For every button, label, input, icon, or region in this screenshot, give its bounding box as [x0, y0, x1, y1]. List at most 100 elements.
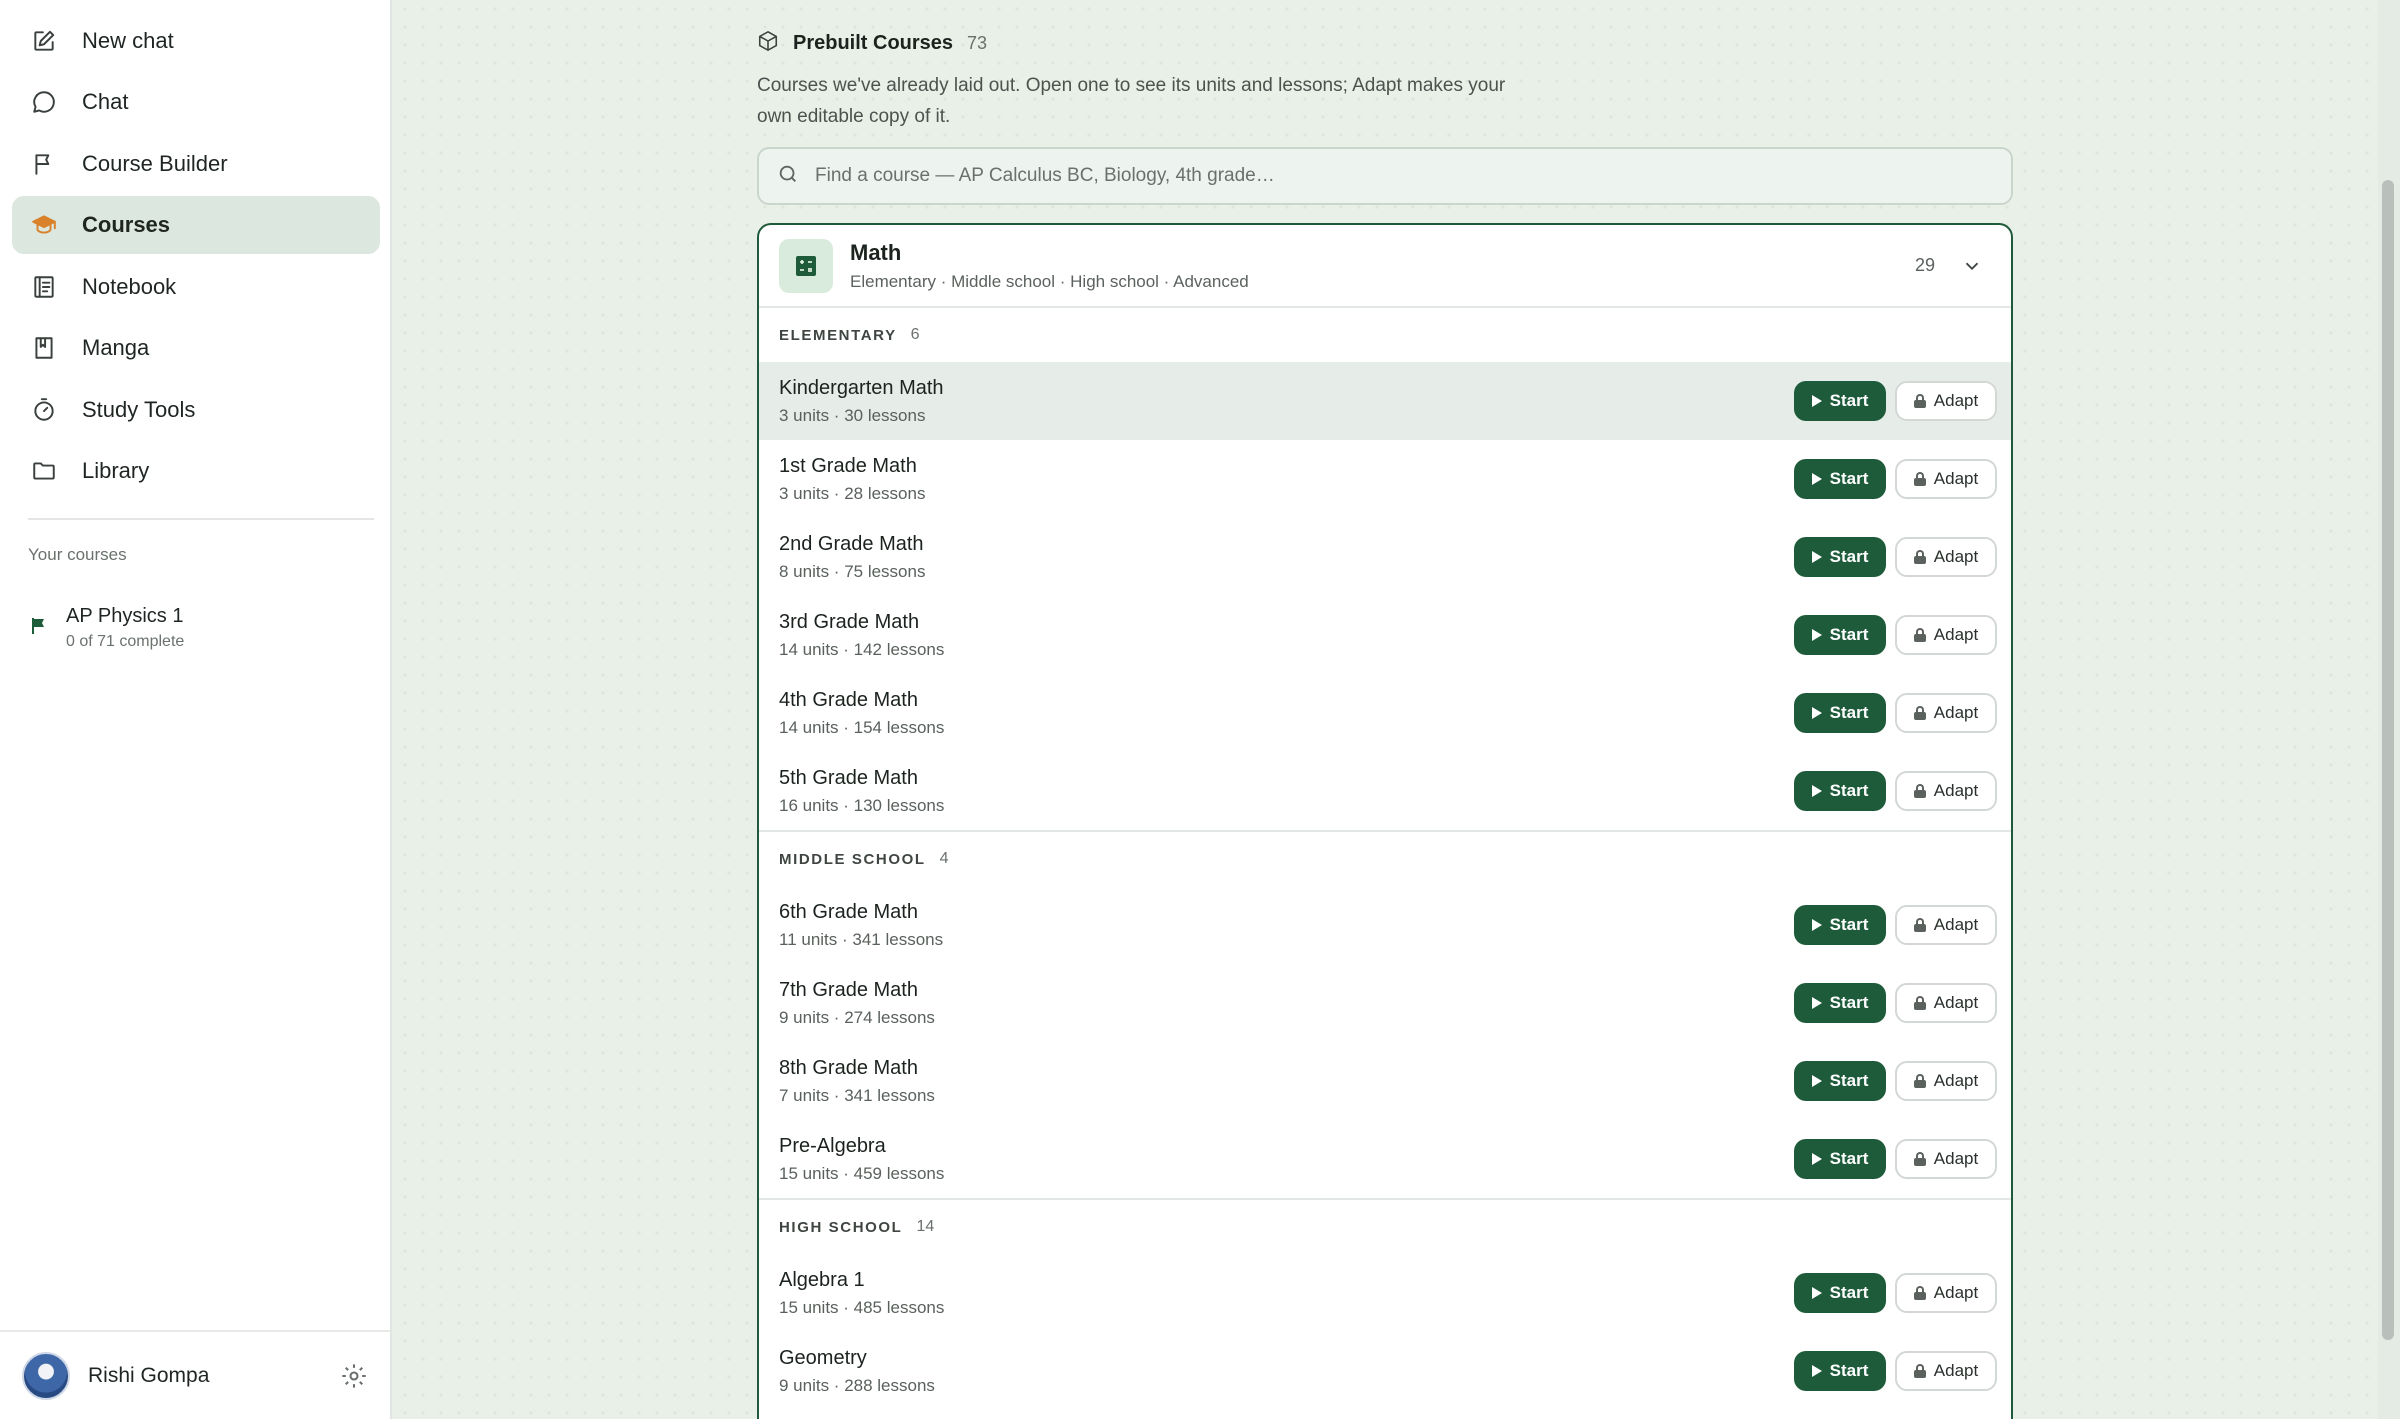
- course-title: Pre-Algebra: [779, 1134, 886, 1157]
- adapt-button[interactable]: Adapt: [1895, 1351, 1997, 1391]
- start-label: Start: [1829, 469, 1869, 488]
- avatar[interactable]: [22, 1351, 70, 1400]
- course-row[interactable]: 8th Grade Math 7 units · 341 lessons Start…: [759, 1042, 2011, 1120]
- nav-manga[interactable]: Manga: [12, 319, 380, 377]
- package-icon: [757, 30, 779, 57]
- course-meta: 15 units · 485 lessons: [779, 1297, 945, 1317]
- lock-icon: [1913, 1364, 1926, 1378]
- nav-chat[interactable]: Chat: [12, 73, 380, 131]
- nav-library[interactable]: Library: [12, 442, 380, 500]
- gear-icon[interactable]: [340, 1362, 368, 1390]
- course-title: Kindergarten Math: [779, 376, 944, 399]
- course-row[interactable]: 3rd Grade Math 14 units · 142 lessons Star…: [759, 596, 2011, 674]
- course-meta: 3 units · 28 lessons: [779, 483, 926, 503]
- start-label: Start: [1829, 625, 1869, 644]
- play-icon: [1811, 629, 1822, 641]
- start-button[interactable]: Start: [1794, 1351, 1886, 1391]
- adapt-label: Adapt: [1933, 625, 1979, 644]
- start-button[interactable]: Start: [1794, 983, 1886, 1023]
- nav-label: Notebook: [82, 274, 177, 299]
- start-label: Start: [1829, 1149, 1869, 1168]
- adapt-button[interactable]: Adapt: [1895, 771, 1997, 811]
- start-button[interactable]: Start: [1794, 905, 1886, 945]
- course-groups: ELEMENTARY 6 Kindergarten Math 3 units · 30…: [759, 308, 2011, 1410]
- adapt-button[interactable]: Adapt: [1895, 983, 1997, 1023]
- folder-icon: [30, 457, 58, 485]
- adapt-label: Adapt: [1933, 1361, 1979, 1380]
- lock-icon: [1913, 1074, 1926, 1088]
- lock-icon: [1913, 996, 1926, 1010]
- nav-new-chat[interactable]: New chat: [12, 12, 380, 70]
- lock-icon: [1913, 918, 1926, 932]
- start-button[interactable]: Start: [1794, 1273, 1886, 1313]
- course-row[interactable]: Geometry 9 units · 288 lessons Start Adapt: [759, 1332, 2011, 1410]
- nav-label: Library: [82, 458, 150, 483]
- course-actions: Start Adapt: [1794, 537, 1997, 577]
- course-title: Algebra 1: [779, 1268, 865, 1291]
- course-meta: 16 units · 130 lessons: [779, 795, 945, 815]
- course-title: 5th Grade Math: [779, 766, 918, 789]
- start-button[interactable]: Start: [1794, 615, 1886, 655]
- course-row[interactable]: Algebra 1 15 units · 485 lessons Start Adap…: [759, 1254, 2011, 1332]
- play-icon: [1811, 997, 1822, 1009]
- scrollbar-thumb[interactable]: [2382, 180, 2394, 1340]
- course-title: 3rd Grade Math: [779, 610, 920, 633]
- nav-course-builder[interactable]: Course Builder: [12, 135, 380, 193]
- course-count: 73: [967, 32, 988, 53]
- start-button[interactable]: Start: [1794, 381, 1886, 421]
- course-title: 1st Grade Math: [779, 454, 917, 477]
- start-button[interactable]: Start: [1794, 771, 1886, 811]
- play-icon: [1811, 395, 1822, 407]
- course-row[interactable]: 1st Grade Math 3 units · 28 lessons Start A…: [759, 440, 2011, 518]
- nav-courses[interactable]: Courses: [12, 196, 380, 254]
- course-actions: Start Adapt: [1794, 771, 1997, 811]
- adapt-label: Adapt: [1933, 469, 1979, 488]
- search-input[interactable]: [815, 165, 1915, 187]
- start-button[interactable]: Start: [1794, 1061, 1886, 1101]
- start-label: Start: [1829, 391, 1869, 410]
- lock-icon: [1913, 1152, 1926, 1166]
- start-button[interactable]: Start: [1794, 1139, 1886, 1179]
- group-count: 14: [916, 1218, 935, 1235]
- course-row[interactable]: 4th Grade Math 14 units · 154 lessons Star…: [759, 674, 2011, 752]
- adapt-button[interactable]: Adapt: [1895, 693, 1997, 733]
- chevron-down-icon[interactable]: [1961, 255, 1983, 277]
- start-button[interactable]: Start: [1794, 693, 1886, 733]
- course-row[interactable]: 7th Grade Math 9 units · 274 lessons Start…: [759, 964, 2011, 1042]
- subject-header[interactable]: Math Elementary · Middle school · High s…: [759, 225, 2011, 308]
- your-course-item[interactable]: AP Physics 1 0 of 71 complete: [28, 600, 368, 656]
- course-actions: Start Adapt: [1794, 693, 1997, 733]
- adapt-button[interactable]: Adapt: [1895, 459, 1997, 499]
- course-meta: 8 units · 75 lessons: [779, 561, 926, 581]
- course-title: 8th Grade Math: [779, 1056, 918, 1079]
- course-actions: Start Adapt: [1794, 615, 1997, 655]
- course-meta: 3 units · 30 lessons: [779, 405, 926, 425]
- start-button[interactable]: Start: [1794, 459, 1886, 499]
- user-footer: Rishi Gompa: [0, 1330, 390, 1419]
- adapt-button[interactable]: Adapt: [1895, 381, 1997, 421]
- play-icon: [1811, 1365, 1822, 1377]
- subject-title: Math: [850, 239, 902, 265]
- lock-icon: [1913, 550, 1926, 564]
- course-row[interactable]: 5th Grade Math 16 units · 130 lessons Star…: [759, 752, 2011, 830]
- nav-study-tools[interactable]: Study Tools: [12, 381, 380, 439]
- sidebar: New chat Chat Course Builder Courses Not…: [0, 0, 392, 1419]
- course-row[interactable]: 2nd Grade Math 8 units · 75 lessons Start A…: [759, 518, 2011, 596]
- group-count: 6: [910, 326, 920, 343]
- play-icon: [1811, 707, 1822, 719]
- adapt-button[interactable]: Adapt: [1895, 1273, 1997, 1313]
- course-row[interactable]: Kindergarten Math 3 units · 30 lessons Sta…: [759, 362, 2011, 440]
- adapt-button[interactable]: Adapt: [1895, 615, 1997, 655]
- group-count: 4: [939, 850, 949, 867]
- adapt-button[interactable]: Adapt: [1895, 537, 1997, 577]
- adapt-label: Adapt: [1933, 391, 1979, 410]
- nav-notebook[interactable]: Notebook: [12, 258, 380, 316]
- course-row[interactable]: 6th Grade Math 11 units · 341 lessons Star…: [759, 886, 2011, 964]
- course-row[interactable]: Pre-Algebra 15 units · 459 lessons Start Ad…: [759, 1120, 2011, 1198]
- adapt-button[interactable]: Adapt: [1895, 905, 1997, 945]
- lock-icon: [1913, 472, 1926, 486]
- adapt-button[interactable]: Adapt: [1895, 1061, 1997, 1101]
- start-button[interactable]: Start: [1794, 537, 1886, 577]
- search-box[interactable]: [757, 147, 2013, 205]
- adapt-button[interactable]: Adapt: [1895, 1139, 1997, 1179]
